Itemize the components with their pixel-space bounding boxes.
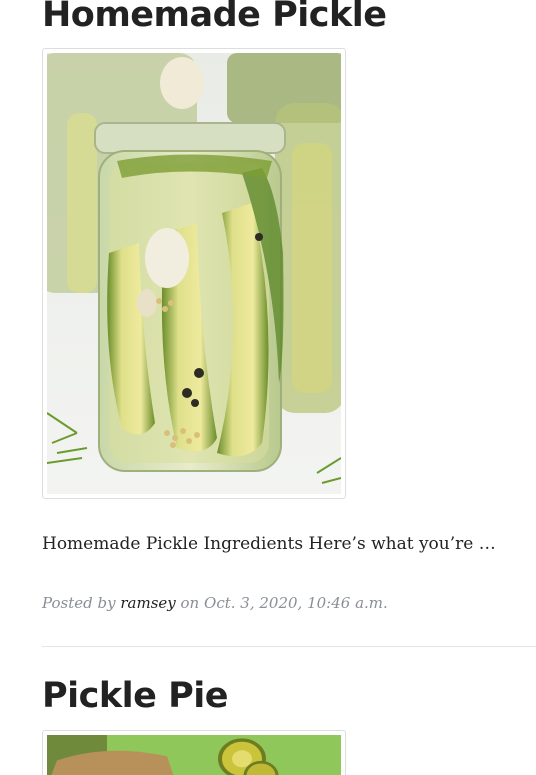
post-thumbnail[interactable]: [42, 48, 346, 499]
post-title-link[interactable]: Homemade Pickle: [42, 0, 536, 35]
post-divider: [42, 646, 536, 647]
post-card: Pickle Pie: [42, 676, 536, 716]
post-date: Oct. 3, 2020, 10:46 a.m.: [204, 594, 388, 612]
post-card: Homemade Pickle: [42, 0, 536, 35]
post-thumbnail[interactable]: [42, 730, 346, 775]
pickle-jar-image: [47, 53, 341, 494]
post-excerpt: Homemade Pickle Ingredients Here’s what …: [42, 534, 496, 554]
pickle-pie-image: [47, 735, 341, 775]
post-meta: Posted by ramsey on Oct. 3, 2020, 10:46 …: [42, 593, 388, 613]
on-label: on: [180, 594, 200, 612]
posted-by-label: Posted by: [42, 594, 116, 612]
author-link[interactable]: ramsey: [120, 594, 175, 612]
post-title-link[interactable]: Pickle Pie: [42, 676, 536, 716]
